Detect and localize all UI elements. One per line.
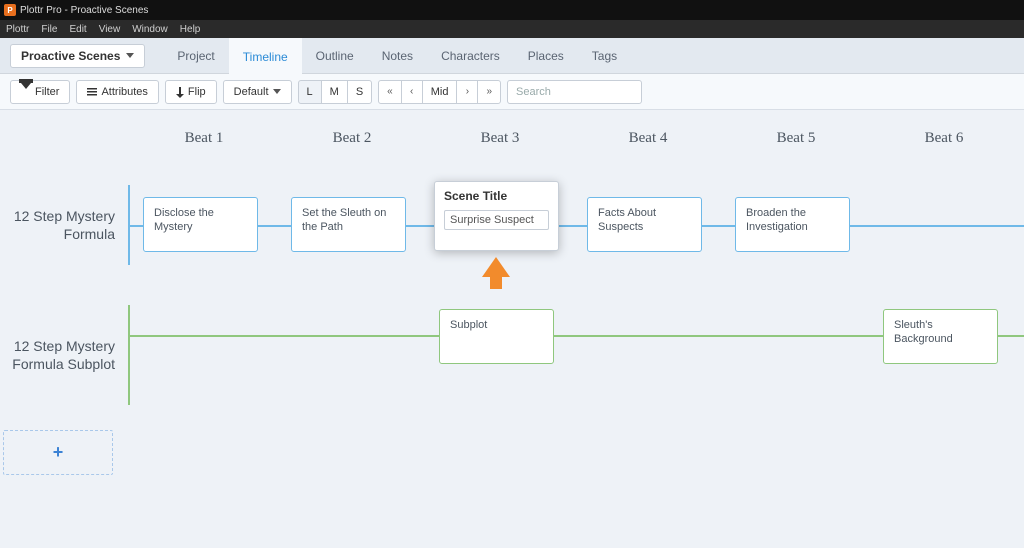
book-dropdown[interactable]: Proactive Scenes <box>10 44 145 68</box>
beat-header[interactable]: Beat 6 <box>870 130 1018 147</box>
plotline-line <box>130 225 1024 227</box>
nav-last-button[interactable]: » <box>477 80 501 104</box>
plotline-label[interactable]: 12 Step Mystery Formula Subplot <box>0 337 115 373</box>
menu-file[interactable]: File <box>41 24 57 35</box>
tab-places[interactable]: Places <box>514 38 578 74</box>
tab-characters[interactable]: Characters <box>427 38 514 74</box>
nav-bar: Proactive Scenes Project Timeline Outlin… <box>0 38 1024 74</box>
menu-window[interactable]: Window <box>132 24 168 35</box>
book-dropdown-label: Proactive Scenes <box>21 49 120 63</box>
caret-down-icon <box>126 53 134 58</box>
app-icon: P <box>4 4 16 16</box>
tab-notes[interactable]: Notes <box>368 38 427 74</box>
scene-card[interactable]: Set the Sleuth on the Path <box>291 197 406 252</box>
beat-header[interactable]: Beat 4 <box>574 130 722 147</box>
beat-header[interactable]: Beat 1 <box>130 130 278 147</box>
attributes-label: Attributes <box>101 86 147 98</box>
tab-tags[interactable]: Tags <box>578 38 631 74</box>
flip-label: Flip <box>188 86 206 98</box>
menu-help[interactable]: Help <box>180 24 201 35</box>
add-plotline-button[interactable]: + <box>3 430 113 475</box>
search-input[interactable] <box>507 80 642 104</box>
nav-next-button[interactable]: › <box>456 80 478 104</box>
plus-icon: + <box>53 442 64 463</box>
scene-card[interactable]: Subplot <box>439 309 554 364</box>
beat-header[interactable]: Beat 3 <box>426 130 574 147</box>
nav-prev-button[interactable]: ‹ <box>401 80 423 104</box>
scene-title-label: Scene Title <box>444 189 549 205</box>
plotline-row: 12 Step Mystery Formula Disclose the Mys… <box>0 185 1024 265</box>
zoom-l-button[interactable]: L <box>298 80 322 104</box>
menu-bar: Plottr File Edit View Window Help <box>0 20 1024 38</box>
filter-button[interactable]: Filter <box>10 80 70 104</box>
zoom-group: L M S <box>298 80 373 104</box>
caret-down-icon <box>273 89 281 94</box>
tab-outline[interactable]: Outline <box>302 38 368 74</box>
tab-project[interactable]: Project <box>163 38 228 74</box>
beat-headers: Beat 1 Beat 2 Beat 3 Beat 4 Beat 5 Beat … <box>130 130 1024 147</box>
tab-timeline[interactable]: Timeline <box>229 38 302 74</box>
default-label: Default <box>234 86 269 98</box>
timeline-canvas: Beat 1 Beat 2 Beat 3 Beat 4 Beat 5 Beat … <box>0 110 1024 548</box>
beat-header[interactable]: Beat 2 <box>278 130 426 147</box>
nav-tabs: Project Timeline Outline Notes Character… <box>163 38 631 74</box>
filter-label: Filter <box>35 86 59 98</box>
scene-card-editing[interactable]: Scene Title <box>434 181 559 251</box>
scene-card[interactable]: Disclose the Mystery <box>143 197 258 252</box>
window-titlebar: P Plottr Pro - Proactive Scenes <box>0 0 1024 20</box>
scene-card[interactable]: Broaden the Investigation <box>735 197 850 252</box>
nav-group: « ‹ Mid › » <box>378 80 501 104</box>
scene-card[interactable]: Facts About Suspects <box>587 197 702 252</box>
beat-header[interactable]: Beat 5 <box>722 130 870 147</box>
menu-edit[interactable]: Edit <box>69 24 86 35</box>
arrow-up-icon <box>482 257 510 277</box>
filter-icon <box>21 83 31 101</box>
toolbar: Filter Attributes Flip Default L M S « ‹… <box>0 74 1024 110</box>
menu-plottr[interactable]: Plottr <box>6 24 29 35</box>
scene-card[interactable]: Sleuth's Background <box>883 309 998 364</box>
scene-title-input[interactable] <box>444 210 549 230</box>
flip-icon <box>176 87 184 97</box>
zoom-s-button[interactable]: S <box>347 80 372 104</box>
nav-mid-button[interactable]: Mid <box>422 80 458 104</box>
attributes-button[interactable]: Attributes <box>76 80 158 104</box>
plotline-vbar <box>128 305 130 405</box>
window-title: Plottr Pro - Proactive Scenes <box>20 5 148 16</box>
flip-button[interactable]: Flip <box>165 80 217 104</box>
list-icon <box>87 88 97 96</box>
plotline-row: 12 Step Mystery Formula Subplot Subplot … <box>0 305 1024 405</box>
zoom-m-button[interactable]: M <box>321 80 348 104</box>
nav-first-button[interactable]: « <box>378 80 402 104</box>
default-dropdown[interactable]: Default <box>223 80 292 104</box>
plotline-label[interactable]: 12 Step Mystery Formula <box>0 207 115 243</box>
menu-view[interactable]: View <box>99 24 121 35</box>
